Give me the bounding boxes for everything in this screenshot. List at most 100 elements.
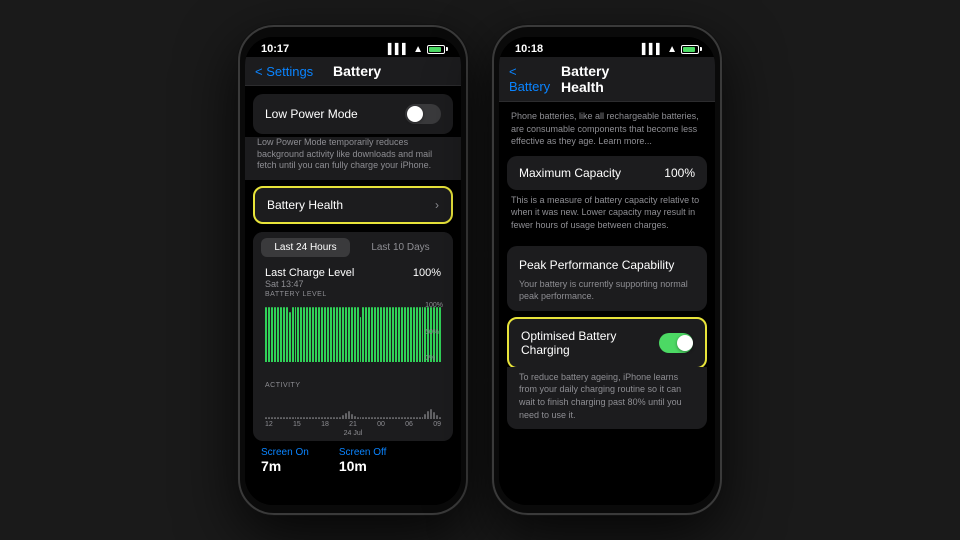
low-power-toggle[interactable]: [405, 104, 441, 124]
battery-bar: [389, 307, 391, 362]
battery-bar: [398, 307, 400, 362]
battery-bar: [342, 307, 344, 362]
activity-bar: [427, 411, 429, 419]
battery-bar: [395, 307, 397, 362]
battery-chart-area: 100% 50% 0%: [253, 298, 453, 378]
activity-bar: [416, 417, 418, 419]
activity-bar: [407, 417, 409, 419]
battery-bar: [377, 307, 379, 362]
battery-bar: [277, 307, 279, 362]
battery-bar: [354, 307, 356, 362]
activity-label: ACTIVITY: [253, 378, 453, 389]
activity-bar: [265, 417, 267, 419]
battery-bar: [410, 307, 412, 362]
screen-off-value: 10m: [339, 458, 387, 474]
battery-bar: [286, 307, 288, 362]
battery-bar: [315, 307, 317, 362]
battery-bar: [289, 312, 291, 362]
opt-charging-label: Optimised Battery Charging: [521, 329, 659, 357]
battery-bar: [345, 307, 347, 362]
battery-bar: [312, 307, 314, 362]
activity-bar: [339, 417, 341, 419]
battery-bar: [283, 307, 285, 362]
screen-content-2: Phone batteries, like all rechargeable b…: [499, 102, 715, 505]
battery-health-row[interactable]: Battery Health ›: [253, 186, 453, 224]
peak-perf-row: Peak Performance Capability Your battery…: [507, 246, 707, 311]
activity-bar: [404, 417, 406, 419]
battery-bar: [380, 307, 382, 362]
charge-date: Sat 13:47: [253, 279, 453, 289]
phone-1-screen: 10:17 ▌▌▌ ▲ < Settings Battery: [245, 37, 461, 505]
status-bar-1: 10:17 ▌▌▌ ▲: [245, 37, 461, 57]
battery-bar: [351, 307, 353, 362]
screen-on-value: 7m: [261, 458, 309, 474]
max-capacity-label: Maximum Capacity: [519, 166, 621, 180]
screen-content-1: Low Power Mode Low Power Mode temporaril…: [245, 86, 461, 505]
charge-level-value: 100%: [413, 267, 441, 279]
activity-bar: [289, 417, 291, 419]
phone-2: 10:18 ▌▌▌ ▲ < Battery Battery Health Pho…: [492, 25, 722, 515]
activity-bar: [327, 417, 329, 419]
battery-bar: [324, 307, 326, 362]
activity-bar: [283, 417, 285, 419]
battery-bar: [368, 307, 370, 362]
toggle-knob: [407, 106, 423, 122]
opt-charging-toggle[interactable]: [659, 333, 693, 353]
status-icons-2: ▌▌▌ ▲: [642, 44, 699, 55]
battery-bar: [268, 307, 270, 362]
battery-bar: [265, 307, 267, 362]
activity-bar: [430, 409, 432, 419]
activity-bar: [354, 416, 356, 419]
screen-on-label: Screen On: [261, 447, 309, 458]
signal-icon: ▌▌▌: [388, 44, 409, 55]
battery-bar: [321, 307, 323, 362]
x-sub-label: 24 Jul: [253, 430, 453, 441]
phone-2-screen: 10:18 ▌▌▌ ▲ < Battery Battery Health Pho…: [499, 37, 715, 505]
activity-bar: [271, 417, 273, 419]
nav-title-2: Battery Health: [561, 63, 655, 95]
activity-bar: [395, 417, 397, 419]
battery-bar: [413, 307, 415, 362]
time-1: 10:17: [261, 43, 289, 55]
activity-bar: [268, 417, 270, 419]
back-button-1[interactable]: < Settings: [255, 64, 313, 79]
activity-bar: [357, 417, 359, 419]
max-capacity-desc: This is a measure of battery capacity re…: [499, 190, 715, 240]
activity-bar: [333, 417, 335, 419]
battery-bar: [318, 307, 320, 362]
chevron-icon-1: ›: [435, 198, 439, 212]
activity-bar: [439, 417, 441, 419]
battery-bar: [303, 307, 305, 362]
battery-bar: [271, 307, 273, 362]
tab-10d[interactable]: Last 10 Days: [356, 238, 445, 257]
battery-bar: [365, 307, 367, 362]
activity-bar: [330, 417, 332, 419]
battery-intro-desc: Phone batteries, like all rechargeable b…: [499, 102, 715, 156]
activity-bar: [386, 417, 388, 419]
low-power-desc: Low Power Mode temporarily reduces backg…: [245, 137, 461, 180]
chart-section: Last 24 Hours Last 10 Days Last Charge L…: [253, 232, 453, 441]
activity-bar: [321, 417, 323, 419]
opt-charging-block: To reduce battery ageing, iPhone learns …: [507, 367, 707, 429]
tab-24h[interactable]: Last 24 Hours: [261, 238, 350, 257]
battery-level-label: BATTERY LEVEL: [253, 291, 453, 298]
x-labels: 12 15 18 21 00 06 09: [253, 419, 453, 430]
battery-bar: [339, 307, 341, 362]
back-button-2[interactable]: < Battery: [509, 64, 561, 94]
nav-bar-1: < Settings Battery: [245, 57, 461, 86]
battery-bar: [362, 307, 364, 362]
activity-bar: [345, 413, 347, 419]
activity-bar: [342, 415, 344, 419]
activity-bar: [419, 417, 421, 419]
activity-bar: [433, 412, 435, 419]
battery-bar: [327, 307, 329, 362]
nav-bar-2: < Battery Battery Health: [499, 57, 715, 102]
battery-icon-2: [681, 45, 699, 54]
signal-icon-2: ▌▌▌: [642, 44, 663, 55]
activity-bar: [286, 417, 288, 419]
screen-off-label: Screen Off: [339, 447, 387, 458]
low-power-label: Low Power Mode: [265, 107, 358, 121]
activity-bar: [410, 417, 412, 419]
battery-bar: [333, 307, 335, 362]
activity-bar: [277, 417, 279, 419]
